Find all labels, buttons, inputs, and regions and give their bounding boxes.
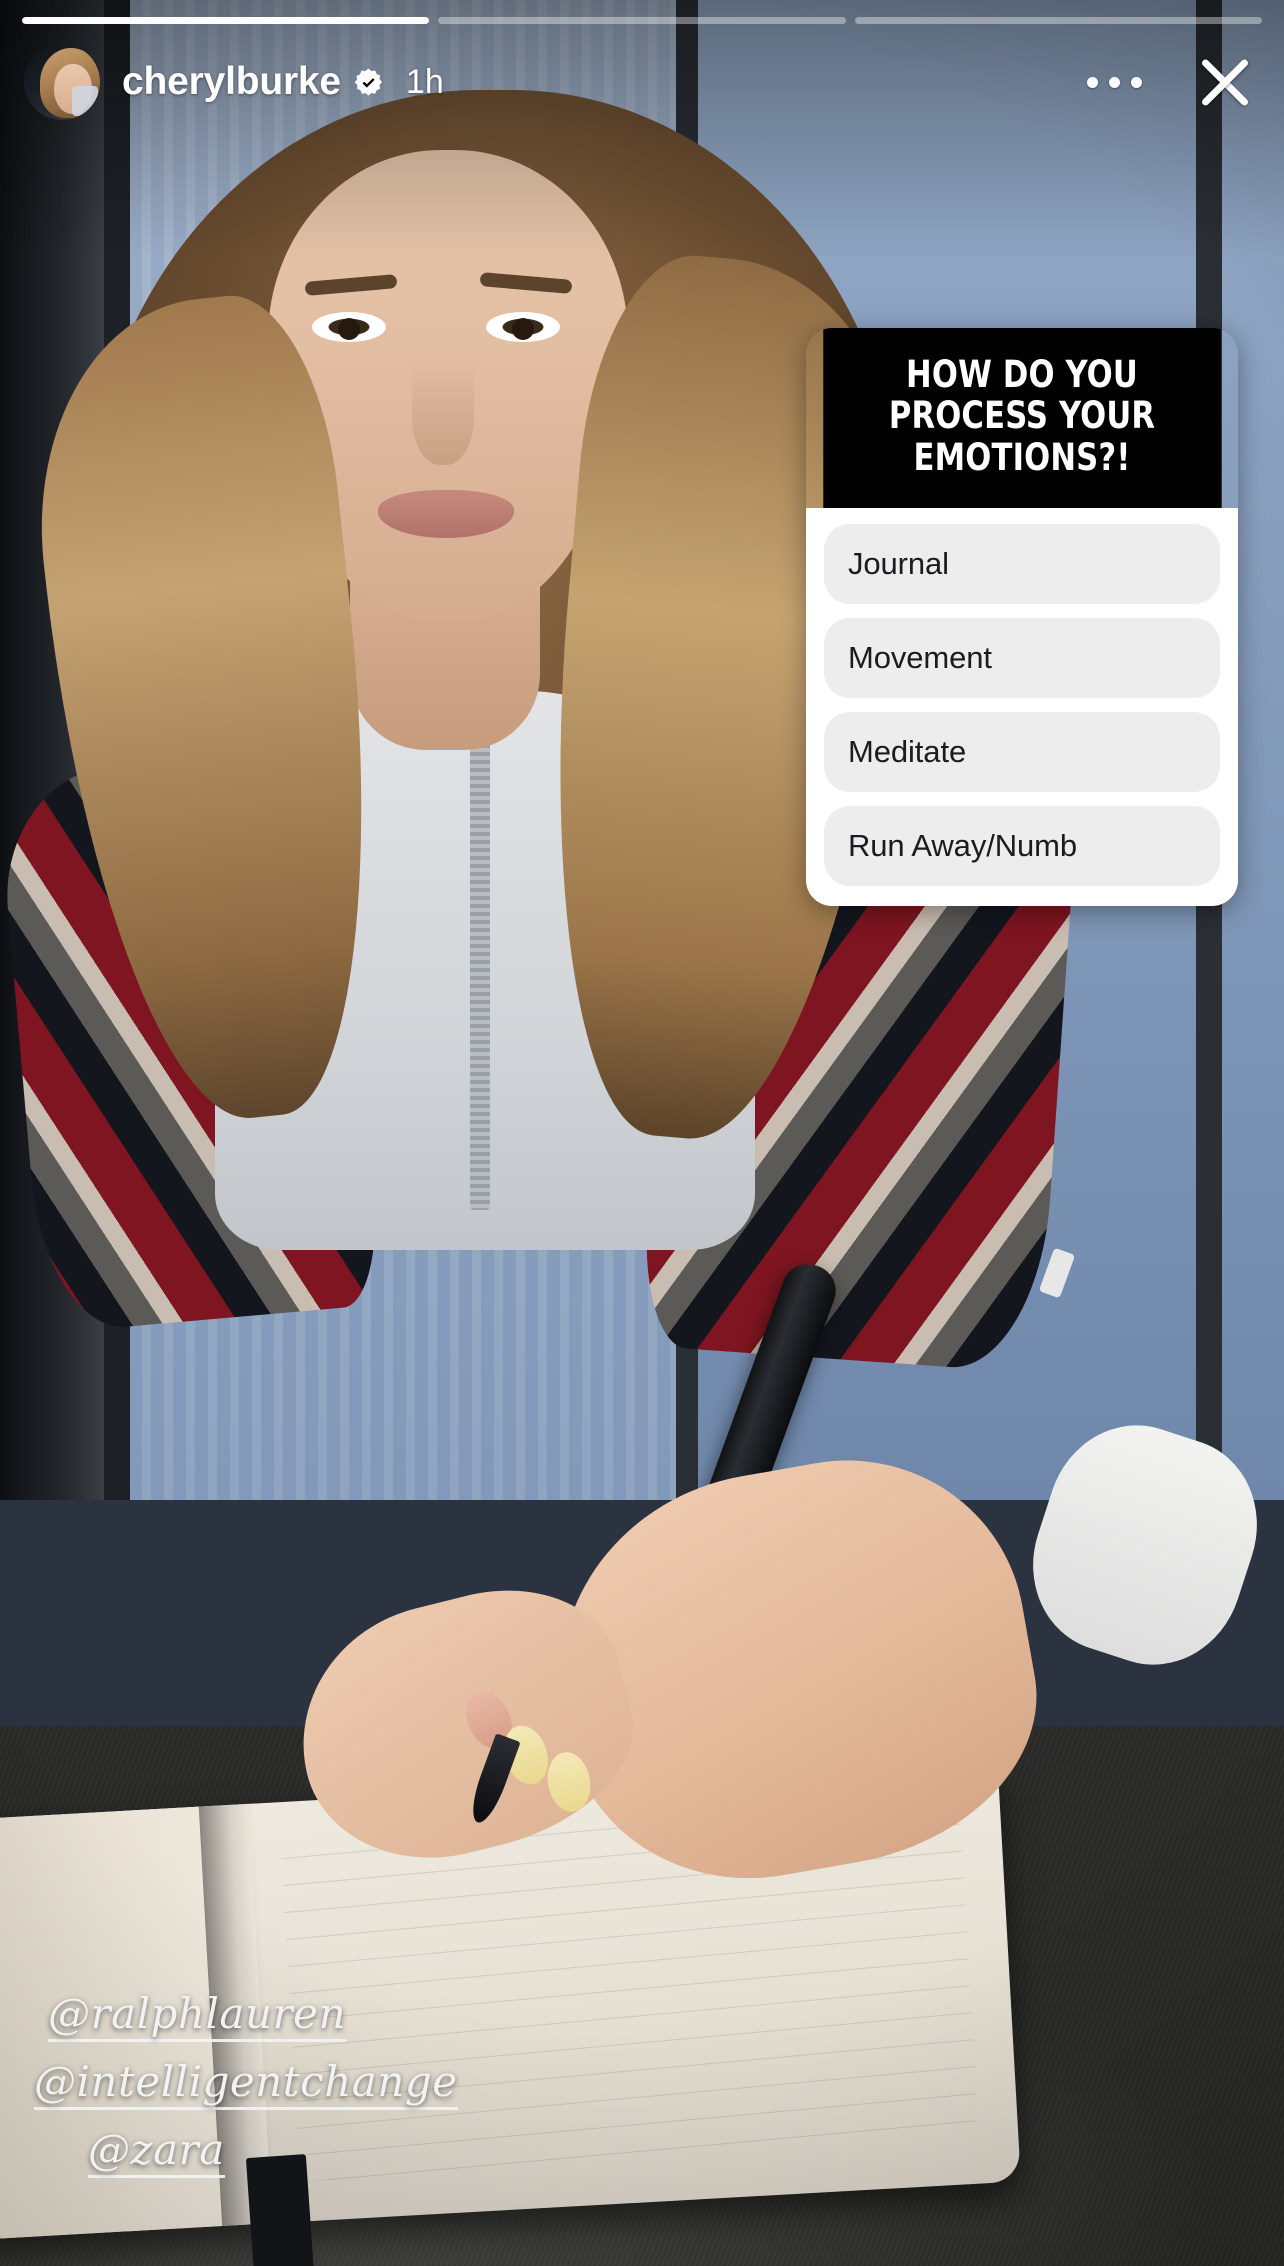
story-progress-bar bbox=[22, 17, 1262, 24]
progress-segment-1[interactable] bbox=[22, 17, 430, 24]
mention-stickers: @ralphlauren @intelligentchange @zara bbox=[34, 1991, 458, 2178]
progress-segment-2[interactable] bbox=[438, 17, 846, 24]
subject-nose bbox=[412, 360, 474, 465]
avatar[interactable] bbox=[24, 44, 100, 120]
more-dot bbox=[1087, 76, 1098, 88]
poll-option-run-away-numb[interactable]: Run Away/Numb bbox=[824, 806, 1220, 887]
poll-option-journal[interactable]: Journal bbox=[824, 524, 1220, 605]
avatar-overlay-detail bbox=[72, 86, 98, 116]
username-label[interactable]: cherylburke bbox=[122, 60, 341, 104]
poll-question: HOW DO YOU PROCESS YOUR EMOTIONS?! bbox=[823, 328, 1221, 509]
subject-pupil-right bbox=[512, 318, 534, 340]
poll-option-meditate[interactable]: Meditate bbox=[824, 712, 1220, 793]
story-viewer[interactable]: cherylburke 1h HOW DO YOU PROCESS YOUR E… bbox=[0, 0, 1284, 2266]
progress-segment-3[interactable] bbox=[854, 17, 1262, 24]
progress-fill bbox=[22, 17, 430, 24]
verified-badge-icon bbox=[353, 67, 384, 98]
subject-pupil-left bbox=[338, 318, 360, 340]
poll-option-movement[interactable]: Movement bbox=[824, 618, 1220, 699]
timestamp-label: 1h bbox=[405, 62, 444, 101]
mention-sticker-ralphlauren[interactable]: @ralphlauren bbox=[48, 1991, 346, 2042]
story-header: cherylburke 1h bbox=[0, 40, 1284, 124]
poll-options-list: Journal Movement Meditate Run Away/Numb bbox=[806, 508, 1238, 907]
mention-sticker-intelligentchange[interactable]: @intelligentchange bbox=[34, 2059, 458, 2110]
poll-sticker[interactable]: HOW DO YOU PROCESS YOUR EMOTIONS?! Journ… bbox=[806, 328, 1238, 907]
more-dot bbox=[1131, 76, 1142, 88]
mention-sticker-zara[interactable]: @zara bbox=[88, 2127, 225, 2178]
hoodie-zipper bbox=[470, 740, 490, 1210]
more-dot bbox=[1109, 76, 1120, 88]
close-icon[interactable] bbox=[1196, 53, 1254, 111]
more-options-icon[interactable] bbox=[1087, 76, 1142, 88]
